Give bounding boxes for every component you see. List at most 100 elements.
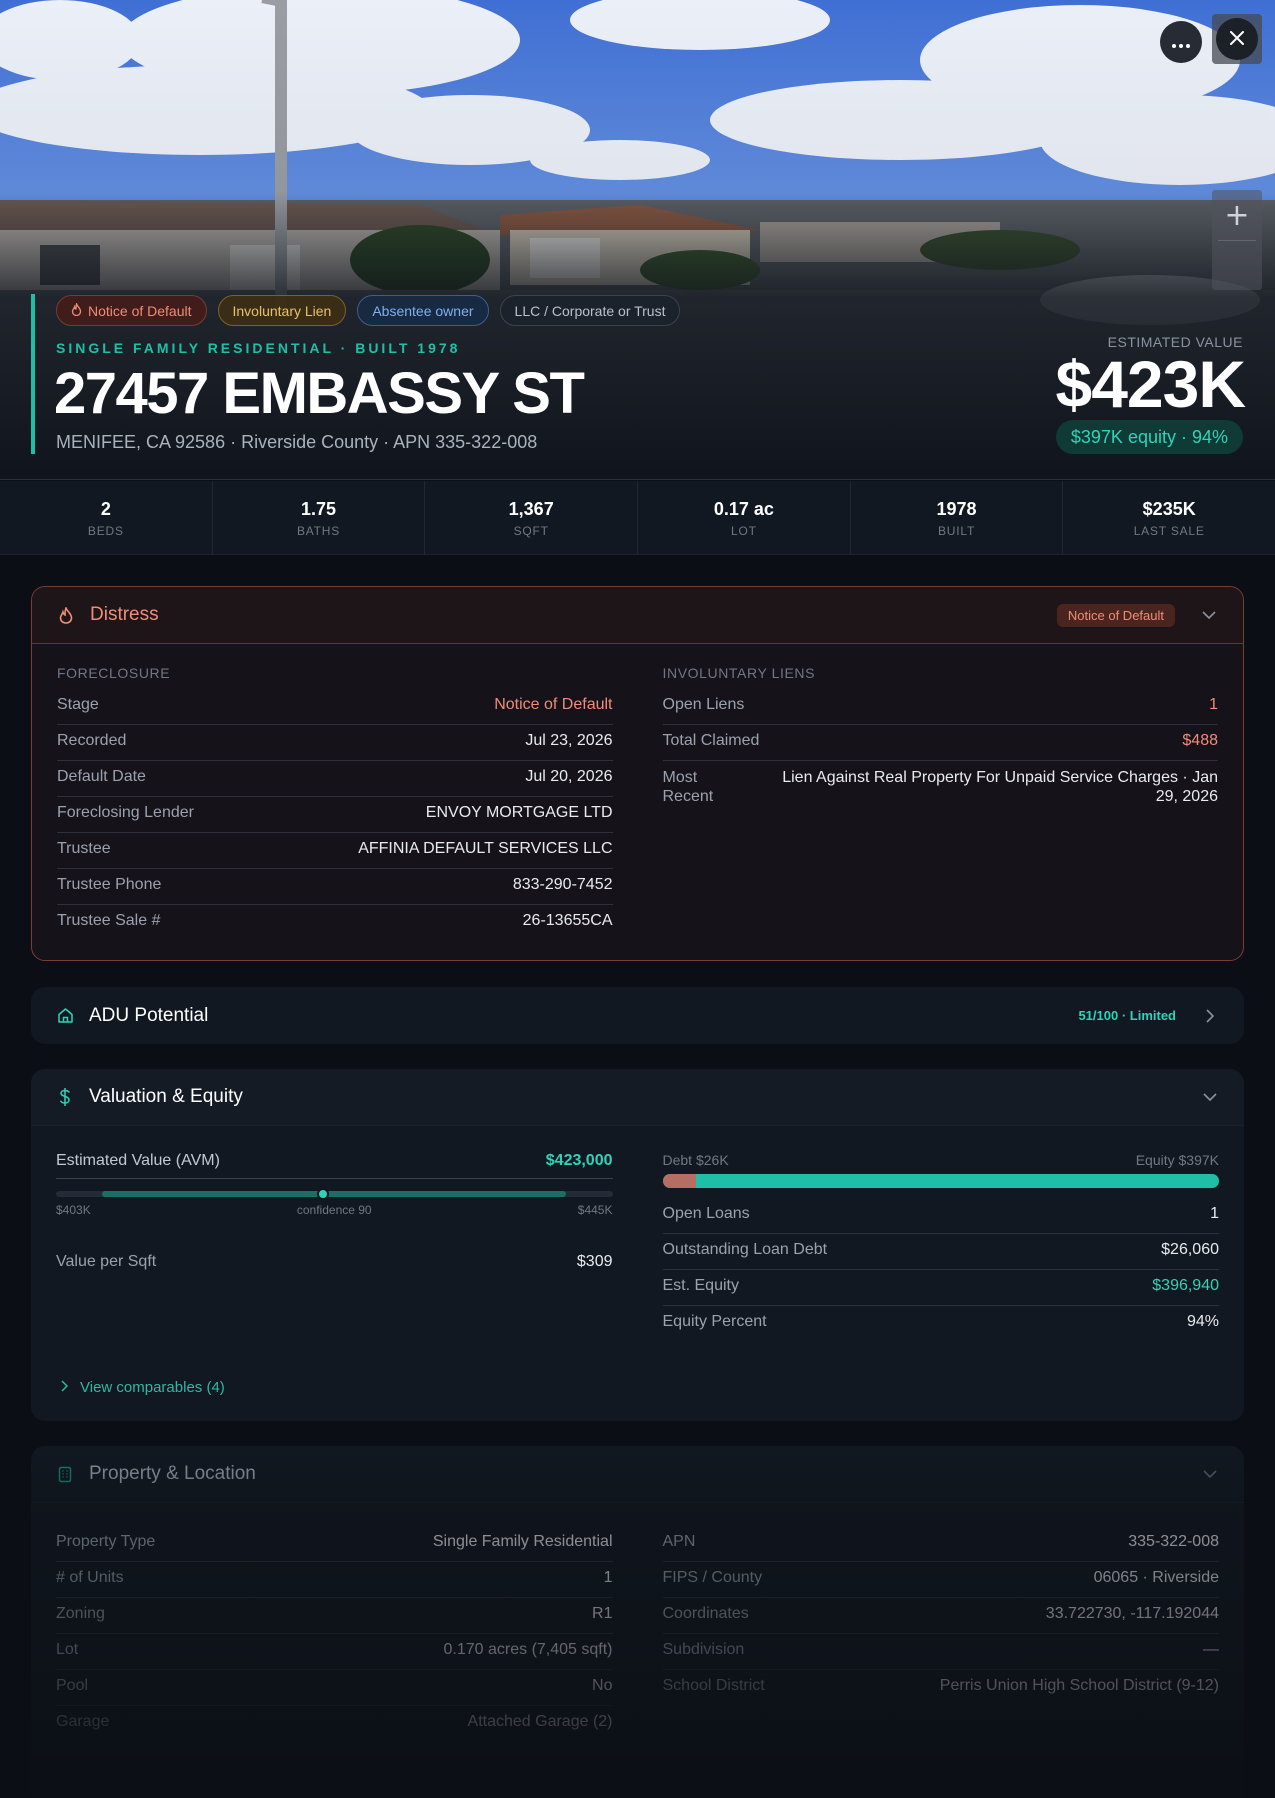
stat-label: SQFT	[513, 524, 549, 538]
status-chips: Notice of Default Involuntary Lien Absen…	[56, 295, 681, 326]
stat-beds: 2 BEDS	[0, 481, 213, 554]
ellipsis-icon	[1172, 33, 1190, 52]
section-title: Distress	[90, 604, 159, 625]
page-title: 27457 EMBASSY ST	[54, 361, 585, 426]
foreclosure-column: FORECLOSURE Stage Notice of Default Recor…	[57, 665, 613, 941]
table-row: Most Recent Lien Against Real Property Fo…	[663, 761, 1219, 811]
chip-involuntary-lien[interactable]: Involuntary Lien	[217, 295, 347, 326]
row-key: Open Loans	[662, 1205, 750, 1222]
valuation-header[interactable]: Valuation & Equity	[31, 1069, 1244, 1126]
row-value: Notice of Default	[494, 696, 613, 713]
chip-notice-of-default[interactable]: Notice of Default	[56, 295, 207, 326]
section-title: Property & Location	[89, 1463, 256, 1484]
avm-marker	[317, 1188, 330, 1200]
row-value: 1	[1209, 696, 1218, 713]
row-value: 1	[1210, 1205, 1219, 1222]
stat-label: BATHS	[296, 524, 341, 538]
chevron-right-icon[interactable]	[1200, 1006, 1220, 1026]
confidence-range-bar	[56, 1188, 613, 1200]
property-right-column: APN 335-322-008 FIPS / County 06065 · Rive…	[662, 1526, 1219, 1742]
stat-label: LOT	[730, 524, 757, 538]
stat-value: 1.75	[300, 499, 337, 519]
table-row: APN 335-322-008	[662, 1526, 1219, 1562]
chip-label: Absentee owner	[372, 302, 474, 319]
property-left-column: Property Type Single Family Residential #…	[56, 1526, 613, 1742]
section-title: ADU Potential	[89, 1004, 209, 1026]
row-value: 06065 · Riverside	[1093, 1569, 1219, 1586]
table-row: Total Claimed $488	[662, 725, 1218, 761]
row-key: Value per Sqft	[56, 1253, 157, 1270]
row-key: Open Liens	[662, 696, 745, 713]
title-accent-bar	[31, 294, 35, 454]
building-icon	[55, 1464, 75, 1484]
chip-absentee-owner[interactable]: Absentee owner	[357, 295, 489, 326]
property-type-eyebrow: SINGLE FAMILY RESIDENTIAL · BUILT 1978	[56, 340, 461, 356]
row-key: Stage	[57, 696, 99, 713]
column-label: INVOLUNTARY LIENS	[662, 665, 816, 681]
zoom-in-button[interactable]: +	[1212, 190, 1262, 240]
row-value: Jul 23, 2026	[525, 732, 613, 749]
liens-column: INVOLUNTARY LIENS Open Liens 1 Total Clai…	[662, 665, 1219, 941]
adu-header[interactable]: ADU Potential 51/100 · Limited	[31, 987, 1244, 1044]
chip-label: Notice of Default	[88, 302, 192, 319]
property-location-panel: Property & Location Property Type Single …	[31, 1446, 1244, 1798]
chevron-down-icon[interactable]	[1200, 1087, 1220, 1107]
row-value: $488	[1182, 732, 1218, 749]
table-row: Default Date Jul 20, 2026	[57, 761, 613, 797]
equity-column: Debt $26K Equity $397K Open Loans 1 Outst…	[662, 1152, 1220, 1342]
table-row: Zoning R1	[56, 1598, 613, 1634]
debt-label: Debt $26K	[662, 1152, 729, 1168]
stat-last-sale: $235K LAST SALE	[1063, 481, 1275, 554]
chevron-down-icon[interactable]	[1200, 1464, 1220, 1484]
table-row: Open Loans 1	[662, 1198, 1219, 1234]
row-key: Coordinates	[662, 1605, 749, 1622]
view-comparables-link[interactable]: View comparables (4)	[61, 1379, 225, 1396]
row-key: School District	[662, 1677, 765, 1694]
row-value: —	[1203, 1641, 1219, 1658]
table-row: Property Type Single Family Residential	[56, 1526, 613, 1562]
row-value: 33.722730, -117.192044	[1045, 1605, 1219, 1622]
property-body: Property Type Single Family Residential #…	[56, 1526, 1219, 1742]
debt-equity-labels: Debt $26K Equity $397K	[663, 1152, 1220, 1168]
row-key: Lot	[56, 1641, 79, 1658]
table-row: FIPS / County 06065 · Riverside	[662, 1562, 1219, 1598]
stat-label: BUILT	[937, 524, 976, 538]
row-value: $396,940	[1152, 1277, 1219, 1294]
stat-built: 1978 BUILT	[851, 481, 1064, 554]
table-row: # of Units 1	[56, 1562, 613, 1598]
key-stats-bar: 2 BEDS 1.75 BATHS 1,367 SQFT 0.17 ac LOT 197…	[0, 481, 1275, 555]
row-value: $309	[576, 1253, 613, 1270]
stat-value: 2	[100, 499, 111, 519]
address-subtitle: MENIFEE, CA 92586 · Riverside County · A…	[56, 432, 538, 452]
table-row: Trustee AFFINIA DEFAULT SERVICES LLC	[57, 833, 613, 869]
close-button[interactable]	[1212, 14, 1262, 64]
range-low: $403K	[56, 1203, 91, 1217]
more-options-button[interactable]	[1160, 21, 1202, 63]
chevron-right-icon	[61, 1379, 69, 1396]
chevron-down-icon[interactable]	[1199, 605, 1219, 625]
row-key: Zoning	[56, 1605, 105, 1622]
row-key: Trustee Phone	[57, 876, 162, 893]
stat-value: 0.17 ac	[713, 499, 774, 519]
adu-panel[interactable]: ADU Potential 51/100 · Limited	[31, 987, 1244, 1044]
row-key: Est. Equity	[662, 1277, 739, 1294]
zoom-divider	[1218, 240, 1256, 241]
equity-label: Equity $397K	[1135, 1152, 1219, 1168]
row-value: 0.170 acres (7,405 sqft)	[443, 1641, 613, 1658]
row-key: Recorded	[57, 732, 127, 749]
distress-header[interactable]: Distress Notice of Default	[32, 587, 1243, 644]
distress-panel: Distress Notice of Default FORECLOSURE S…	[31, 586, 1244, 961]
equity-badge: $397K equity · 94%	[1055, 420, 1243, 454]
chip-llc-corporate-trust[interactable]: LLC / Corporate or Trust	[499, 295, 681, 326]
row-value: Lien Against Real Property For Unpaid Se…	[782, 769, 1218, 805]
table-row: Garage Attached Garage (2)	[56, 1706, 613, 1742]
value-per-sqft-row: Value per Sqft $309	[56, 1253, 613, 1271]
property-header[interactable]: Property & Location	[31, 1446, 1244, 1503]
row-value: $26,060	[1161, 1241, 1219, 1258]
chip-label: Involuntary Lien	[232, 302, 332, 319]
row-key: Garage	[56, 1713, 110, 1730]
stat-lot: 0.17 ac LOT	[638, 481, 851, 554]
stat-value: $235K	[1142, 499, 1196, 519]
row-key: Total Claimed	[662, 732, 760, 749]
table-row: Pool No	[56, 1670, 613, 1706]
